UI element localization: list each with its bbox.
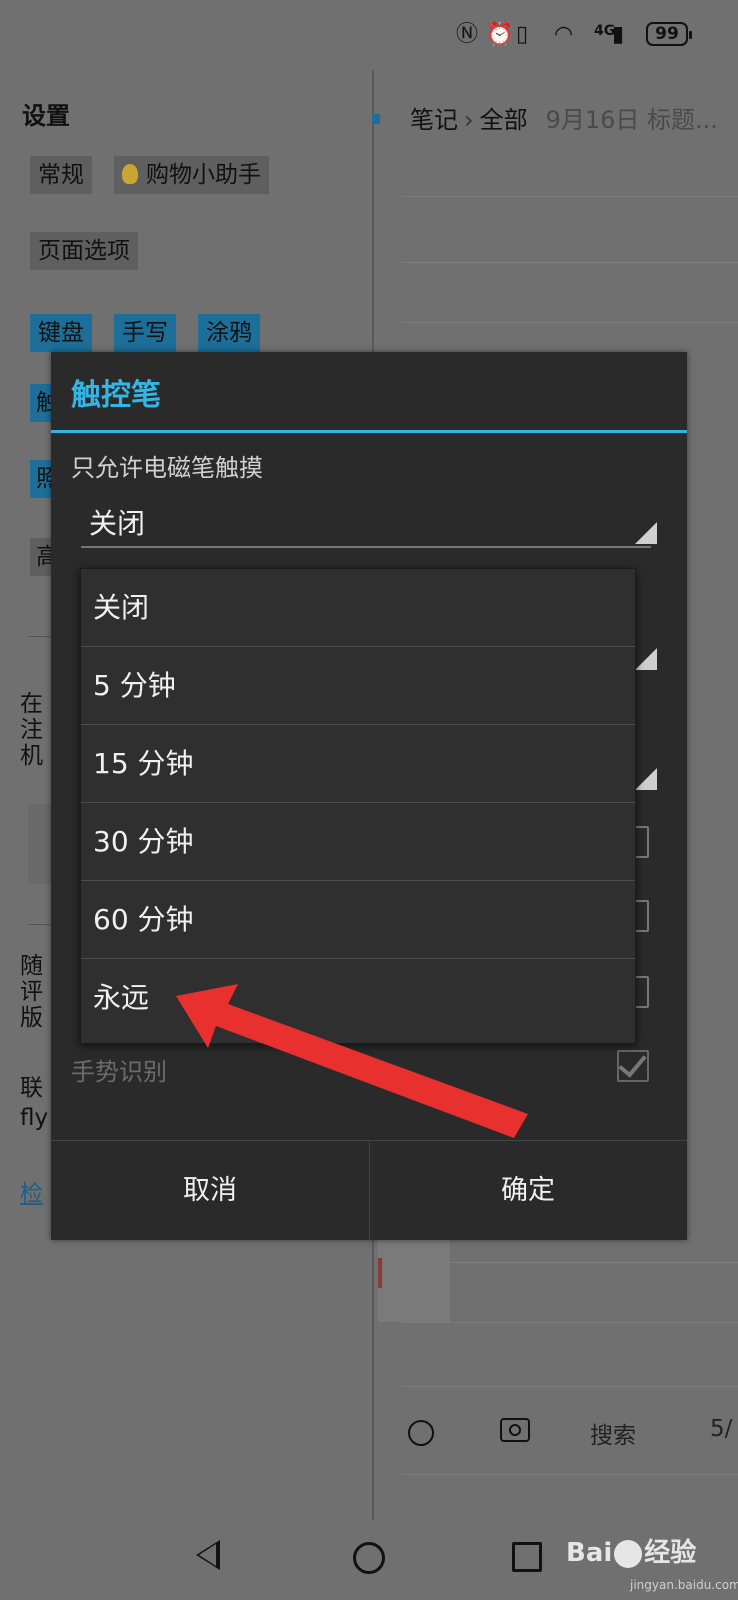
tab-page-options[interactable]: 页面选项 xyxy=(30,232,138,270)
ok-button[interactable]: 确定 xyxy=(369,1141,687,1241)
tab-keyboard[interactable]: 键盘 xyxy=(30,314,92,352)
breadcrumb-current[interactable]: 全部 xyxy=(480,106,528,134)
notes-toolbar: 搜索 5/ xyxy=(390,1412,738,1462)
wifi-icon: ◠ xyxy=(554,22,574,47)
dialog-title: 触控笔 xyxy=(71,378,161,413)
home-nav-icon[interactable] xyxy=(353,1542,385,1574)
paw-icon xyxy=(614,1539,643,1568)
status-bar: Ⓝ ⏰ ▯ ◠ 4G ▮ 99 xyxy=(0,0,738,70)
gesture-recognition-checkbox[interactable] xyxy=(617,1048,649,1082)
vibrate-icon: ▯ xyxy=(516,22,529,47)
settings-title: 设置 xyxy=(22,102,70,130)
dropdown-option-30min[interactable]: 30 分钟 xyxy=(81,803,635,881)
breadcrumb-separator: › xyxy=(464,106,474,134)
note-date-title[interactable]: 9月16日 标题... xyxy=(546,106,718,134)
watermark-brand: Bai xyxy=(566,1538,613,1568)
info-line-5: 评 xyxy=(20,979,43,1005)
tab-handwriting[interactable]: 手写 xyxy=(114,314,176,352)
tab-shopping-assistant-label: 购物小助手 xyxy=(146,162,261,188)
note-rule-line xyxy=(402,322,738,323)
dialog-button-bar: 取消 确定 xyxy=(51,1140,687,1241)
breadcrumb-root[interactable]: 笔记 xyxy=(410,106,458,134)
signal-icon: ▮ xyxy=(612,22,625,47)
thumbnail-marker xyxy=(378,1258,382,1288)
tab-doodle[interactable]: 涂鸦 xyxy=(198,314,260,352)
spinner-underline xyxy=(81,546,651,548)
checkmark-icon xyxy=(618,1048,647,1078)
alarm-icon: ⏰ xyxy=(486,22,514,47)
nfc-icon: Ⓝ xyxy=(456,22,479,47)
info-line-6: 版 xyxy=(20,1005,43,1031)
dropdown-option-5min[interactable]: 5 分钟 xyxy=(81,647,635,725)
watermark-brand-tail: 经验 xyxy=(644,1538,697,1568)
gesture-recognition-label: 手势识别 xyxy=(71,1058,167,1086)
breadcrumb: 笔记 › 全部 9月16日 标题... xyxy=(410,100,718,135)
check-update-link[interactable]: 检 xyxy=(20,1180,43,1208)
dropdown-option-off[interactable]: 关闭 xyxy=(81,569,635,647)
spinner-arrow-icon[interactable] xyxy=(635,648,657,670)
selection-marker xyxy=(372,114,380,124)
spinner-arrow-icon[interactable] xyxy=(635,522,657,544)
note-rule-line xyxy=(402,1262,738,1263)
note-rule-line xyxy=(402,262,738,263)
watermark-url: jingyan.baidu.com xyxy=(630,1578,738,1592)
recents-nav-icon[interactable] xyxy=(512,1542,542,1572)
info-line-8: fly xyxy=(20,1105,49,1131)
tab-general[interactable]: 常规 xyxy=(30,156,92,194)
note-rule-line xyxy=(402,196,738,197)
spinner-arrow-icon[interactable] xyxy=(635,768,657,790)
back-nav-icon[interactable] xyxy=(196,1540,220,1570)
info-line-3: 机 xyxy=(20,743,43,769)
info-line-1: 在 xyxy=(20,691,43,717)
note-rule-line xyxy=(402,1322,738,1323)
info-button-partial[interactable] xyxy=(28,804,52,884)
record-circle-icon[interactable] xyxy=(408,1420,434,1446)
info-line-4: 随 xyxy=(20,953,43,979)
search-button[interactable]: 搜索 xyxy=(590,1416,636,1450)
lightbulb-icon xyxy=(122,163,138,184)
baidu-watermark: Bai 经验 xyxy=(566,1532,696,1576)
pen-only-label: 只允许电磁笔触摸 xyxy=(71,454,263,482)
cancel-button[interactable]: 取消 xyxy=(51,1141,370,1241)
battery-indicator: 99 xyxy=(646,22,692,46)
dropdown-option-60min[interactable]: 60 分钟 xyxy=(81,881,635,959)
pen-only-spinner-value[interactable]: 关闭 xyxy=(89,502,145,542)
tab-shopping-assistant[interactable]: 购物小助手 xyxy=(114,156,269,194)
note-rule-line xyxy=(402,1386,738,1387)
page-indicator: 5/ xyxy=(710,1416,733,1442)
info-line-2: 注 xyxy=(20,717,43,743)
timeout-dropdown: 关闭 5 分钟 15 分钟 30 分钟 60 分钟 永远 xyxy=(80,568,636,1044)
dropdown-option-15min[interactable]: 15 分钟 xyxy=(81,725,635,803)
info-line-7: 联 xyxy=(20,1075,43,1101)
dialog-title-divider xyxy=(51,430,687,433)
dropdown-option-forever[interactable]: 永远 xyxy=(81,959,635,1037)
note-rule-line xyxy=(402,1474,738,1475)
camera-icon[interactable] xyxy=(500,1418,530,1442)
